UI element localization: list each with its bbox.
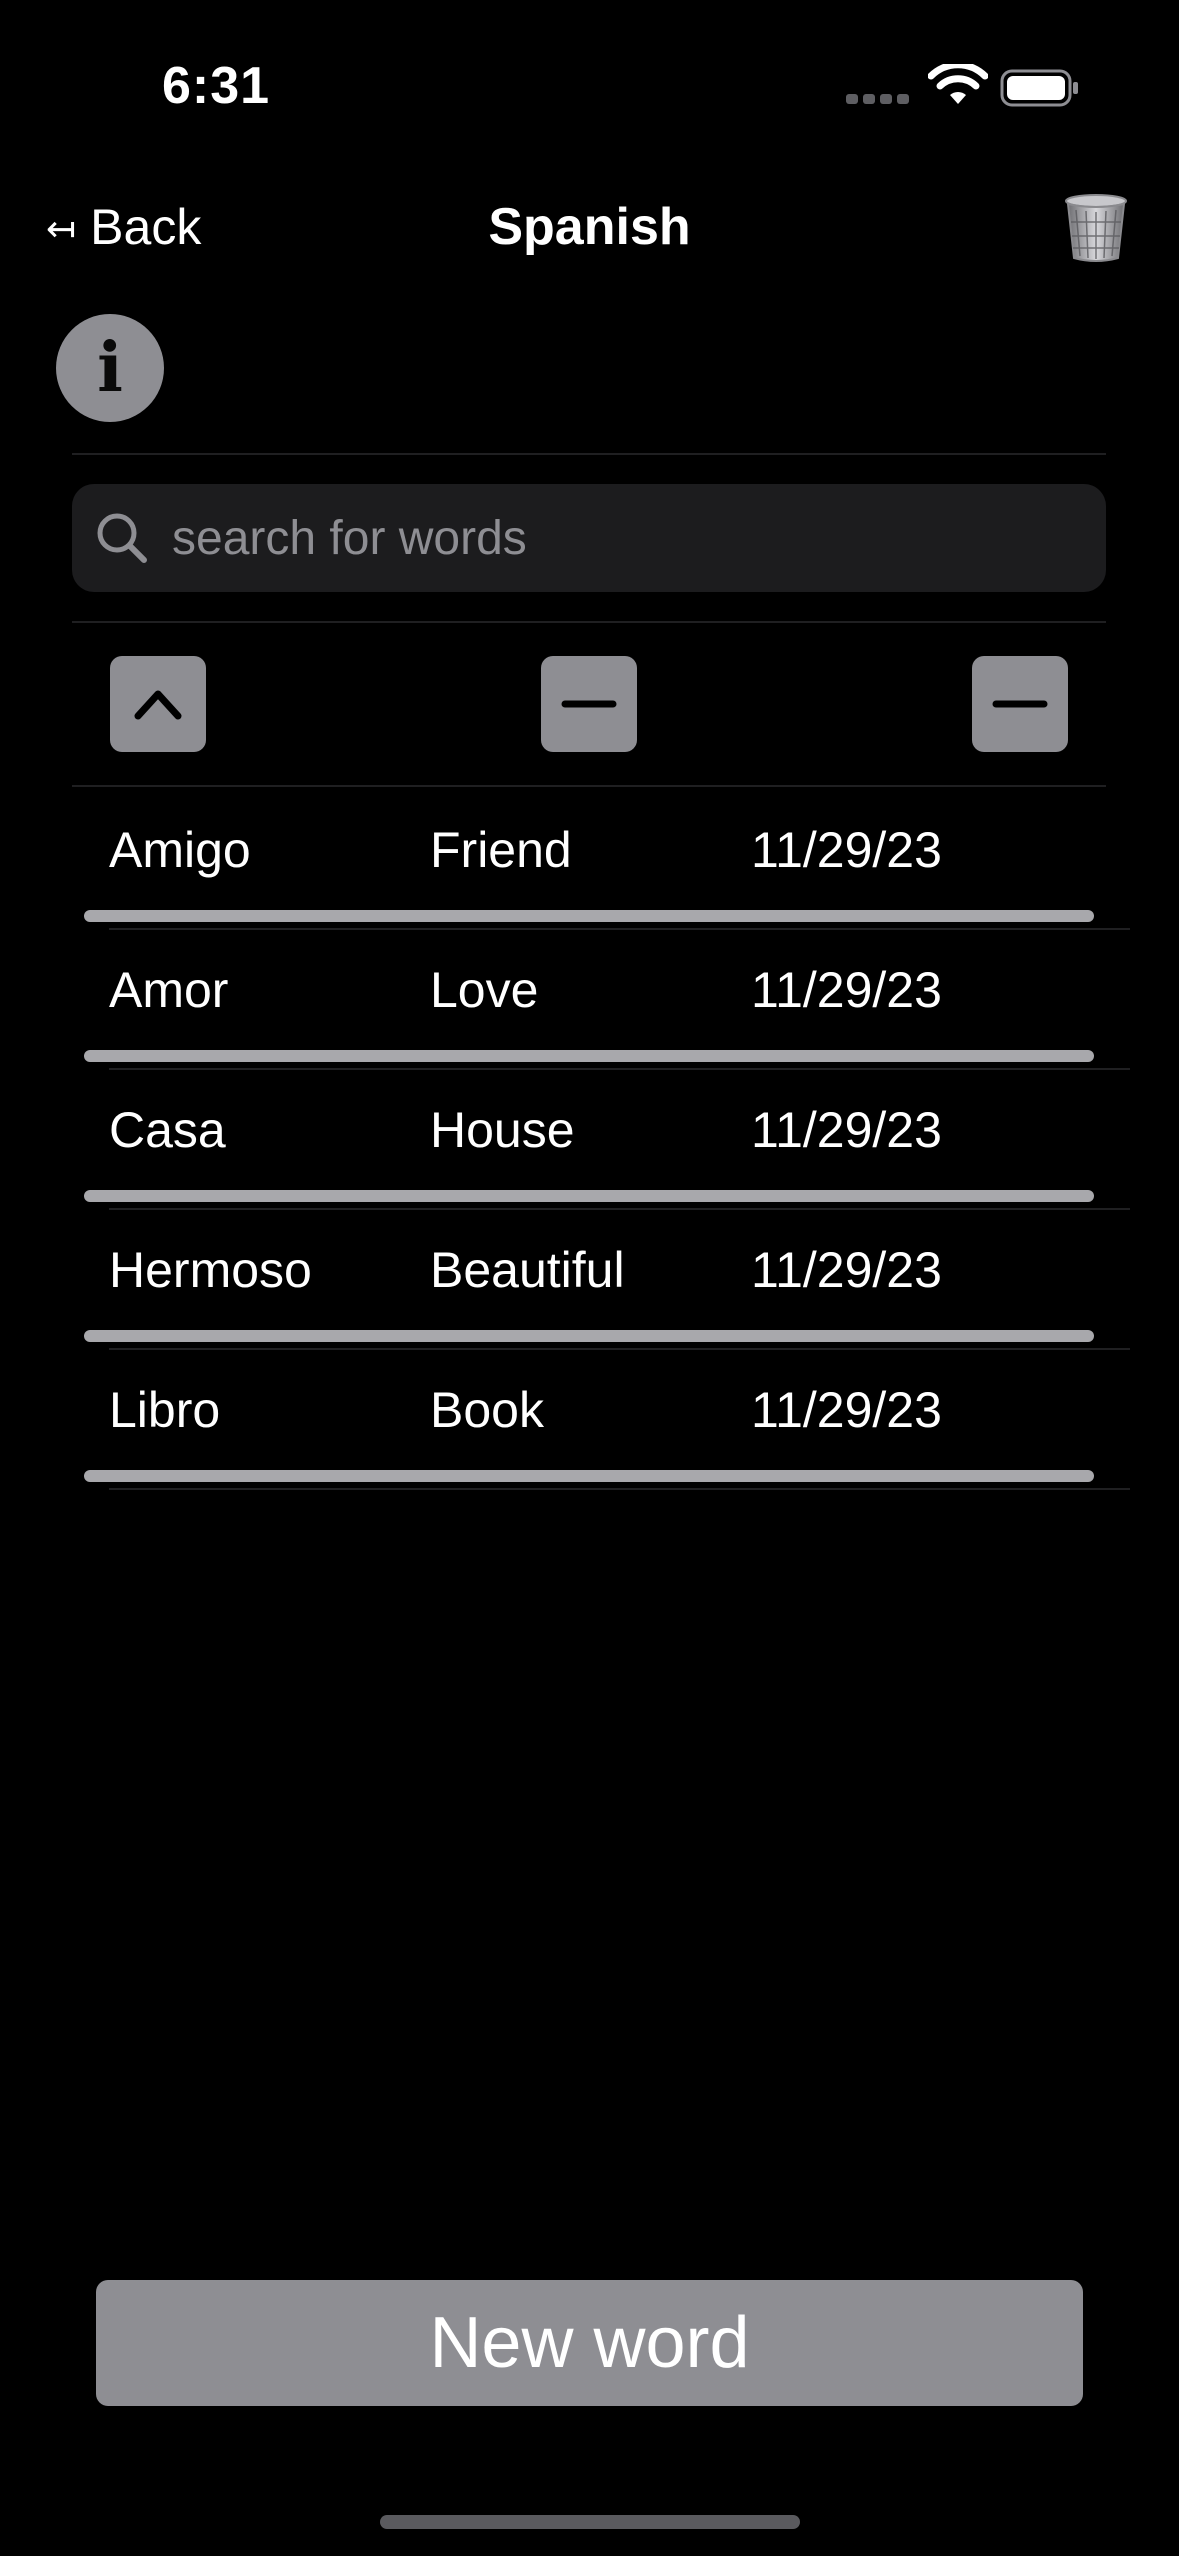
search-bar[interactable] (72, 484, 1106, 592)
info-icon: i (97, 328, 123, 408)
date-cell: 11/29/23 (751, 1242, 942, 1298)
vocabulary-screen: 6:31 ↤ Back Spanish i search for words A… (0, 0, 1179, 2556)
sort-date-button[interactable] (972, 656, 1068, 752)
divider (72, 621, 1106, 623)
sort-translation-button[interactable] (541, 656, 637, 752)
progress-bar (84, 1330, 1094, 1342)
translation-cell: Beautiful (430, 1242, 625, 1298)
date-cell: 11/29/23 (751, 962, 942, 1018)
new-word-button[interactable]: New word (96, 2280, 1083, 2406)
translation-cell: House (430, 1102, 575, 1158)
date-cell: 11/29/23 (751, 1102, 942, 1158)
translation-cell: Love (430, 962, 539, 1018)
row-separator (109, 1488, 1130, 1490)
word-row[interactable]: Amor Love 11/29/23 (72, 930, 1130, 1070)
status-icons (840, 62, 1140, 112)
word-cell: Libro (109, 1382, 221, 1438)
word-cell: Amigo (109, 822, 251, 878)
word-cell: Casa (109, 1102, 226, 1158)
word-row[interactable]: Amigo Friend 11/29/23 (72, 790, 1130, 930)
date-cell: 11/29/23 (751, 822, 942, 878)
progress-bar (84, 1470, 1094, 1482)
search-icon (97, 513, 147, 563)
page-title: Spanish (488, 198, 691, 256)
word-row[interactable]: Hermoso Beautiful 11/29/23 (72, 1210, 1130, 1350)
translation-cell: Book (430, 1382, 544, 1438)
word-row[interactable]: Casa House 11/29/23 (72, 1070, 1130, 1210)
battery-icon (1000, 69, 1078, 107)
cellular-signal-icon (846, 94, 910, 104)
translation-cell: Friend (430, 822, 572, 878)
info-button[interactable]: i (56, 314, 164, 422)
sort-word-button[interactable] (110, 656, 206, 752)
progress-bar (84, 910, 1094, 922)
divider (72, 785, 1106, 787)
chevron-up-icon (134, 690, 182, 720)
divider (72, 453, 1106, 455)
word-cell: Amor (109, 962, 229, 1018)
progress-bar (84, 1190, 1094, 1202)
progress-bar (84, 1050, 1094, 1062)
wifi-icon (928, 64, 988, 104)
search-input[interactable] (170, 509, 1106, 567)
minus-icon (561, 700, 617, 708)
minus-icon (992, 700, 1048, 708)
status-time: 6:31 (162, 57, 271, 115)
word-cell: Hermoso (109, 1242, 312, 1298)
home-indicator[interactable] (380, 2515, 800, 2529)
date-cell: 11/29/23 (751, 1382, 942, 1438)
trash-icon[interactable] (1062, 192, 1130, 264)
word-row[interactable]: Libro Book 11/29/23 (72, 1350, 1130, 1490)
